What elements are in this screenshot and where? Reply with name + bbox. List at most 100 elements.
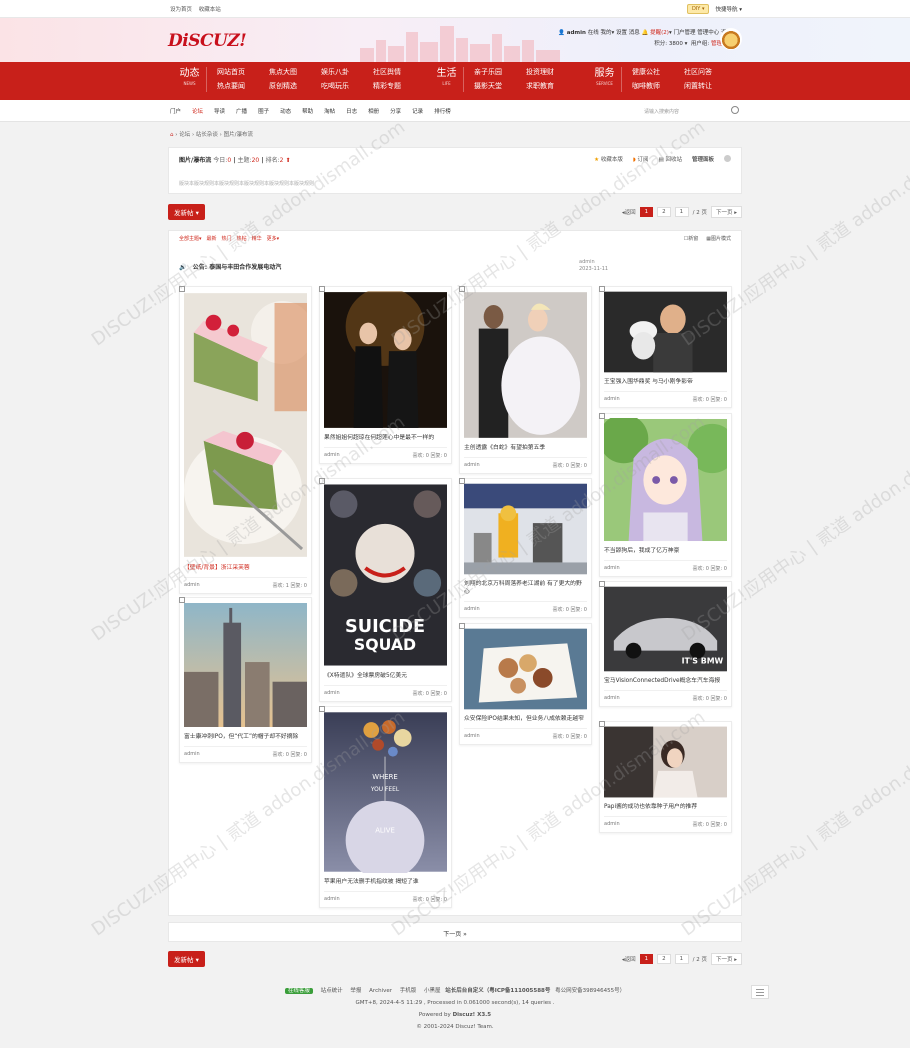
messages-link[interactable]: 消息 [629, 30, 640, 36]
crumb-category[interactable]: 站长杂谈 [196, 132, 218, 138]
menu-icon[interactable] [751, 985, 769, 999]
nav-item[interactable]: 投资理财 [526, 67, 578, 78]
online-service-badge[interactable]: 在线客服 [284, 988, 313, 994]
subnav-item[interactable]: 圈子 [258, 107, 269, 115]
thread-card[interactable]: IT'S BMW 宝马VisionConnectedDrive概念车汽车海报 a… [599, 581, 732, 707]
portal-admin-link[interactable]: 门户管理 [673, 30, 695, 36]
new-post-button-bottom[interactable]: 发新帖 ▾ [168, 951, 205, 967]
thread-card[interactable]: Papi酱的成功也依靠种子用户的推荐 admin 喜欢: 0 回复: 0 [599, 721, 732, 833]
nav-item[interactable]: 健康公社 [632, 67, 684, 78]
filter-hot-posts[interactable]: 热帖 [237, 235, 247, 242]
new-post-button[interactable]: 发新帖 ▾ [168, 204, 205, 220]
thread-author[interactable]: admin [604, 396, 620, 403]
thread-author[interactable]: admin [464, 462, 480, 469]
crumb-forum[interactable]: 论坛 [179, 132, 190, 138]
thread-author[interactable]: admin [604, 821, 620, 828]
select-checkbox[interactable] [319, 286, 325, 292]
thread-title[interactable]: 富士康冲刺IPO，但“代工”的帽子却不好摘除 [184, 733, 307, 741]
subnav-item[interactable]: 导读 [214, 107, 225, 115]
thread-title[interactable]: 果然姐姐何超琼在何超莲心中是最不一样的 [324, 434, 447, 442]
subnav-item[interactable]: 门户 [170, 107, 181, 115]
filter-digest[interactable]: 精华 [252, 235, 262, 242]
back-link[interactable]: ◂返回 [622, 955, 636, 963]
footer-link[interactable]: Archiver [369, 988, 392, 994]
thread-author[interactable]: admin [184, 582, 200, 589]
manage-panel-button[interactable]: 管理面板 [692, 155, 714, 163]
nav-item[interactable]: 精彩专题 [373, 81, 425, 92]
nav-head-news[interactable]: 动态 NEWS [173, 67, 207, 92]
thread-author[interactable]: admin [464, 733, 480, 740]
nav-item[interactable]: 吃喝玩乐 [321, 81, 373, 92]
footer-link[interactable]: 站长后台自定义（粤ICP备111005588号 [445, 988, 550, 994]
nav-head-life[interactable]: 生活 LIFE [430, 67, 464, 92]
recycle-button[interactable]: ▤ 回收站 [659, 155, 682, 163]
nav-item[interactable]: 娱乐八卦 [321, 67, 373, 78]
thread-card[interactable]: WHERE YOU FEEL ALIVE 苹果用户无法删手机指纹被 揭短了谁 a… [319, 706, 452, 908]
select-checkbox[interactable] [319, 478, 325, 484]
thread-title[interactable]: 宝马VisionConnectedDrive概念车汽车海报 [604, 677, 727, 685]
nav-item[interactable]: 求职教育 [526, 81, 578, 92]
subnav-item[interactable]: 排行榜 [434, 107, 451, 115]
back-link[interactable]: ◂返回 [622, 208, 636, 216]
thread-card[interactable]: 不当舔狗后，我成了亿万神豪 admin 喜欢: 0 回复: 0 [599, 413, 732, 577]
next-page-link[interactable]: 下一页 ▸ [710, 953, 742, 965]
nav-item[interactable]: 原创精选 [269, 81, 321, 92]
fav-forum-button[interactable]: ★ 收藏本版 [594, 155, 623, 163]
select-checkbox[interactable] [179, 597, 185, 603]
thread-card[interactable]: SUICIDE SQUAD 《X特遣队》全球票房破5亿美元 admin 喜欢: 0… [319, 478, 452, 702]
select-checkbox[interactable] [599, 721, 605, 727]
subnav-item[interactable]: 淘帖 [324, 107, 335, 115]
page-input[interactable]: 1 [674, 954, 689, 964]
footer-link[interactable]: 站点统计 [321, 988, 343, 994]
subscribe-button[interactable]: ◗ 订阅 [633, 155, 649, 163]
points-link[interactable]: 积分: 3800 [654, 41, 683, 47]
site-logo[interactable]: DiSCUZ! [168, 31, 247, 51]
page-1[interactable]: 1 [639, 954, 654, 964]
thread-author[interactable]: admin [324, 690, 340, 697]
thread-title[interactable]: 王宝强入围华鼎奖 与马小刚争影帝 [604, 378, 727, 386]
thread-author[interactable]: admin [464, 606, 480, 613]
nav-item[interactable]: 咖啡教师 [632, 81, 684, 92]
search-icon[interactable] [731, 106, 739, 114]
username-link[interactable]: admin [567, 30, 586, 36]
thread-card[interactable]: 果然姐姐何超琼在何超莲心中是最不一样的 admin 喜欢: 0 回复: 0 [319, 286, 452, 464]
thread-title[interactable]: 《X特遣队》全球票房破5亿美元 [324, 672, 447, 680]
remind-link[interactable]: 提醒(2) [650, 30, 669, 36]
subnav-item[interactable]: 动态 [280, 107, 291, 115]
settings-link[interactable]: 设置 [616, 30, 627, 36]
thread-title[interactable]: 不当舔狗后，我成了亿万神豪 [604, 547, 727, 555]
thread-title[interactable]: 【壁纸/背景】浙江采芙蓉 [184, 564, 307, 572]
thread-author[interactable]: admin [324, 452, 340, 459]
subnav-item[interactable]: 帮助 [302, 107, 313, 115]
thread-card[interactable]: 富士康冲刺IPO，但“代工”的帽子却不好摘除 admin 喜欢: 0 回复: 0 [179, 597, 312, 763]
diy-button[interactable]: DIY ▾ [686, 4, 710, 14]
select-checkbox[interactable] [599, 413, 605, 419]
subnav-item[interactable]: 记录 [412, 107, 423, 115]
thread-card[interactable]: 王宝强入围华鼎奖 与马小刚争影帝 admin 喜欢: 0 回复: 0 [599, 286, 732, 408]
image-mode-toggle[interactable]: ▦图片模式 [706, 235, 731, 242]
select-checkbox[interactable] [459, 623, 465, 629]
filter-hot[interactable]: 热门 [222, 235, 232, 242]
subnav-item[interactable]: 日志 [346, 107, 357, 115]
set-home-link[interactable]: 设为首页 [170, 7, 192, 13]
page-2[interactable]: 2 [657, 954, 671, 964]
crumb-board[interactable]: 图片/瀑布流 [224, 132, 253, 138]
footer-link[interactable]: 小黑屋 [424, 988, 441, 994]
subnav-item[interactable]: 相册 [368, 107, 379, 115]
thread-author[interactable]: admin [604, 695, 620, 702]
powered-by-link[interactable]: Discuz! X3.5 [453, 1012, 492, 1018]
nav-item[interactable]: 闲置转让 [684, 81, 736, 92]
select-checkbox[interactable] [459, 286, 465, 292]
nav-head-service[interactable]: 服务 SERVICE [588, 67, 622, 92]
nav-item[interactable]: 社区问答 [684, 67, 736, 78]
select-checkbox[interactable] [319, 706, 325, 712]
thread-title[interactable]: 刘翔的北京万科周落养老江湖前 有了更大的野心 [464, 580, 587, 596]
nav-item[interactable]: 亲子乐园 [474, 67, 526, 78]
load-more-button[interactable]: 下一页 » [168, 922, 742, 942]
nav-item[interactable]: 摄影天堂 [474, 81, 526, 92]
page-2[interactable]: 2 [657, 207, 671, 217]
nav-item[interactable]: 焦点大图 [269, 67, 321, 78]
select-checkbox[interactable] [459, 478, 465, 484]
favorite-link[interactable]: 收藏本站 [199, 7, 221, 13]
select-checkbox[interactable] [179, 286, 185, 292]
